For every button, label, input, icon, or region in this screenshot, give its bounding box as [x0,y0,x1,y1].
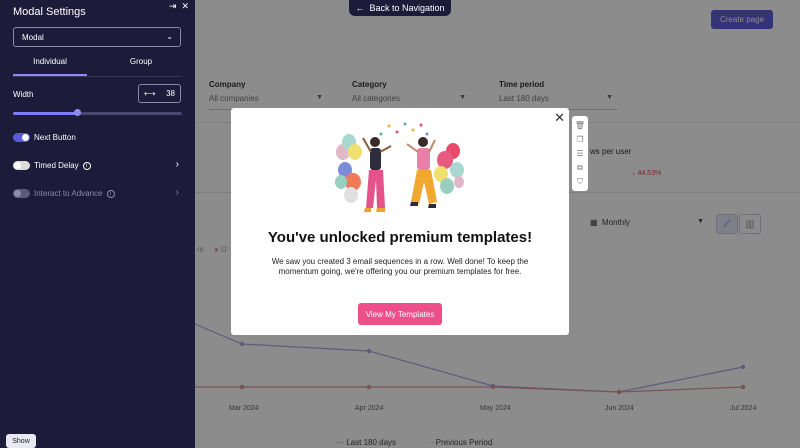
collapse-panel-icon[interactable]: ⇥ [169,1,177,12]
tab-group[interactable]: Group [104,57,178,76]
option-label: Timed Delay i [34,161,91,170]
toggle-knob [14,190,21,197]
option-label: Interact to Advance i [34,189,115,198]
modal-type-select[interactable]: Modal ⌄ [13,27,181,47]
modal-body: We saw you created 3 email sequences in … [271,257,529,276]
toggle-knob [14,162,21,169]
settings-icon[interactable]: ☰ [576,149,583,158]
toggle-switch[interactable] [13,161,30,170]
settings-tabs: Individual Group [13,56,181,76]
width-value: 38 [166,89,175,98]
horizontal-resize-icon: ⟷ [144,89,156,98]
modal-settings-panel: Modal Settings ⇥ ✕ Modal ⌄ Individual Gr… [0,0,195,448]
chevron-down-icon: ⌄ [166,32,173,41]
duplicate-icon[interactable]: ⧉ [577,163,583,172]
option-label: Next Button [34,133,76,142]
arrow-left-icon: ← [355,3,365,13]
width-slider-fill [13,112,78,115]
chevron-right-icon[interactable]: › [176,159,179,170]
info-icon[interactable]: i [82,161,91,170]
modal-type-value: Modal [22,33,44,42]
width-input[interactable]: ⟷ 38 [138,84,181,103]
close-panel-icon[interactable]: ✕ [181,1,189,12]
view-my-templates-button[interactable]: View My Templates [358,303,442,325]
width-slider[interactable] [13,109,182,116]
option-interact-to-advance[interactable]: Interact to Advance i › [13,187,181,201]
celebration-illustration [335,122,464,212]
trash-icon[interactable]: 🗑 [575,121,585,130]
toggle-switch[interactable] [13,133,30,142]
option-label-text: Interact to Advance [34,189,103,198]
toggle-switch[interactable] [13,189,30,198]
modal-title: You've unlocked premium templates! [267,229,533,246]
info-icon[interactable]: i [106,189,115,198]
width-label: Width [13,90,34,99]
close-icon[interactable]: ✕ [554,110,565,126]
option-next-button[interactable]: Next Button [13,131,181,145]
premium-templates-modal: ✕ You've unlocked premium templates! We … [231,108,569,335]
option-timed-delay[interactable]: Timed Delay i › [13,159,181,173]
panel-title: Modal Settings [13,6,86,18]
modal-toolbar: 🗑 ❐ ☰ ⧉ ⛉ [572,116,588,191]
option-label-text: Next Button [34,133,76,142]
back-to-navigation-label: Back to Navigation [369,3,445,13]
width-slider-handle[interactable] [74,109,82,116]
tabs-divider [13,76,181,77]
show-button[interactable]: Show [6,434,36,448]
tab-individual[interactable]: Individual [13,57,87,76]
copy-icon[interactable]: ❐ [576,135,583,144]
back-to-navigation-button[interactable]: ← Back to Navigation [349,0,451,16]
option-label-text: Timed Delay [34,161,79,170]
bookmark-icon[interactable]: ⛉ [577,177,583,186]
chevron-right-icon[interactable]: › [176,187,179,198]
toggle-knob [22,134,29,141]
